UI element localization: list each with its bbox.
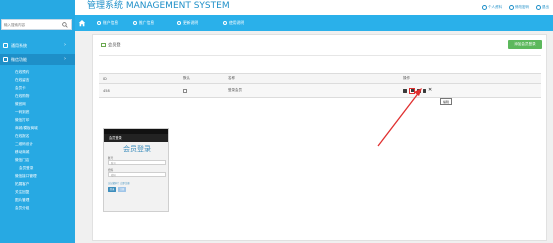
sidebar-item[interactable]: 微信接口管理	[0, 172, 75, 180]
nav-account-info[interactable]: 账户信息	[97, 15, 118, 31]
nav-usage-guide[interactable]: 使用说明	[223, 15, 244, 31]
sidebar-item[interactable]: 微官网	[0, 100, 75, 108]
phone-header: 会员登录	[104, 134, 168, 142]
menu-group-wechat[interactable]: 微信功能 ›	[0, 54, 75, 65]
nav-account-info-label: 账户信息	[103, 20, 119, 25]
sidebar-item[interactable]: 关注回复	[0, 188, 75, 196]
table-row: 458 登录会员 ✕	[99, 83, 541, 98]
nav-update-notes-label: 更新说明	[183, 20, 199, 25]
top-nav: 账户信息 推广信息 更新说明 使用说明	[75, 15, 553, 31]
sidebar-item[interactable]: 会员分组	[0, 204, 75, 212]
phone-page-title: 会员登录	[123, 145, 151, 153]
profile-link-label: 个人资料	[488, 4, 502, 9]
default-checkbox[interactable]	[183, 88, 187, 93]
user-icon	[482, 4, 487, 10]
change-password-label: 修改密码	[515, 4, 529, 9]
cell-name: 登录会员	[224, 83, 399, 98]
edit-icon[interactable]	[409, 87, 415, 94]
member-login-table: ID 默认 名称 操作 458 登录会员 ✕	[99, 73, 541, 98]
panel-title-text: 会员登	[108, 42, 121, 47]
logout-link[interactable]: 退出	[536, 4, 549, 10]
sidebar-item[interactable]: 在线报名	[0, 132, 75, 140]
col-header-name: 名称	[224, 73, 399, 84]
sidebar-item[interactable]: 在线留言	[0, 76, 75, 84]
menu-group-general-label: 通用系统	[11, 43, 27, 48]
sidebar-item-member-login[interactable]: 会员登录	[0, 164, 75, 172]
nav-promotion[interactable]: 推广信息	[133, 15, 154, 31]
sidebar-item[interactable]: 移动商城	[0, 148, 75, 156]
edit-tooltip: 编辑	[440, 98, 452, 105]
add-member-login-button[interactable]: 添加会员登录	[508, 40, 542, 49]
share-icon	[133, 21, 137, 25]
settings-icon[interactable]	[417, 88, 421, 93]
submenu: 在线预约 在线留言 会员卡 在线购物 微官网 一码到底 微信打印 商城/模板商城…	[0, 68, 75, 212]
sidebar-item[interactable]: 二维码设计	[0, 140, 75, 148]
brand-logo-area	[0, 0, 75, 15]
sidebar-item[interactable]: 图片管理	[0, 196, 75, 204]
sidebar-item[interactable]: 一码到底	[0, 108, 75, 116]
menu-group-general[interactable]: 通用系统 ›	[0, 40, 75, 51]
sidebar-item[interactable]: 拓展客户	[0, 180, 75, 188]
nav-usage-guide-label: 使用说明	[229, 20, 245, 25]
phone-account-input: 账号	[108, 160, 166, 165]
sidebar: 通用系统 › 微信功能 › 在线预约 在线留言 会员卡 在线购物 微官网 一码到…	[0, 15, 75, 243]
cell-default	[179, 83, 224, 98]
menu-group-wechat-label: 微信功能	[11, 57, 27, 62]
row-actions: ✕	[403, 87, 541, 94]
home-icon[interactable]	[78, 19, 86, 27]
sidebar-item[interactable]: 微信打印	[0, 116, 75, 124]
header-bar: 管理系统 MANAGEMENT SYSTEM 个人资料 修改密码 退出	[0, 0, 553, 15]
logout-label: 退出	[542, 4, 549, 9]
delete-icon[interactable]: ✕	[428, 88, 432, 93]
col-header-actions: 操作	[399, 73, 541, 84]
search-icon[interactable]	[62, 22, 68, 28]
chart-icon	[101, 43, 106, 47]
sidebar-item[interactable]: 商城/模板商城	[0, 124, 75, 132]
cell-actions: ✕	[399, 83, 541, 98]
person-icon	[97, 21, 101, 25]
table-header-row: ID 默认 名称 操作	[99, 73, 541, 84]
eye-icon	[223, 21, 227, 25]
sidebar-item[interactable]: 会员卡	[0, 84, 75, 92]
cell-id: 458	[99, 83, 179, 98]
phone-register-link: 忘记密码？立即注册	[108, 182, 130, 185]
phone-register-button: 注册	[118, 187, 126, 192]
chevron-down-icon: ›	[64, 56, 66, 62]
col-header-id: ID	[99, 73, 179, 84]
view-icon[interactable]	[403, 88, 407, 93]
app-title: 管理系统 MANAGEMENT SYSTEM	[87, 1, 230, 11]
grid-icon	[3, 57, 8, 62]
profile-link[interactable]: 个人资料	[482, 4, 502, 10]
search-input[interactable]	[4, 21, 59, 29]
list-icon[interactable]	[423, 88, 426, 93]
nav-update-notes[interactable]: 更新说明	[177, 15, 198, 31]
sidebar-item[interactable]: 在线预约	[0, 68, 75, 76]
phone-preview: 会员登录 会员登录 账号 账号 密码 密码 忘记密码？立即注册 登录 注册	[103, 128, 169, 212]
gear-icon	[3, 43, 8, 48]
refresh-icon	[177, 21, 181, 25]
sidebar-item[interactable]: 在线购物	[0, 92, 75, 100]
key-icon	[509, 4, 514, 10]
sidebar-item[interactable]: 微信门店	[0, 156, 75, 164]
panel-title: 会员登	[101, 42, 121, 48]
col-header-default: 默认	[179, 73, 224, 84]
phone-login-button: 登录	[108, 187, 116, 192]
chevron-right-icon: ›	[64, 42, 66, 48]
search-box	[1, 19, 72, 30]
phone-password-input: 密码	[108, 172, 166, 177]
nav-promotion-label: 推广信息	[139, 20, 155, 25]
divider	[99, 55, 541, 56]
power-icon	[536, 4, 541, 10]
user-links: 个人资料 修改密码 退出	[482, 2, 549, 12]
change-password-link[interactable]: 修改密码	[509, 4, 529, 10]
